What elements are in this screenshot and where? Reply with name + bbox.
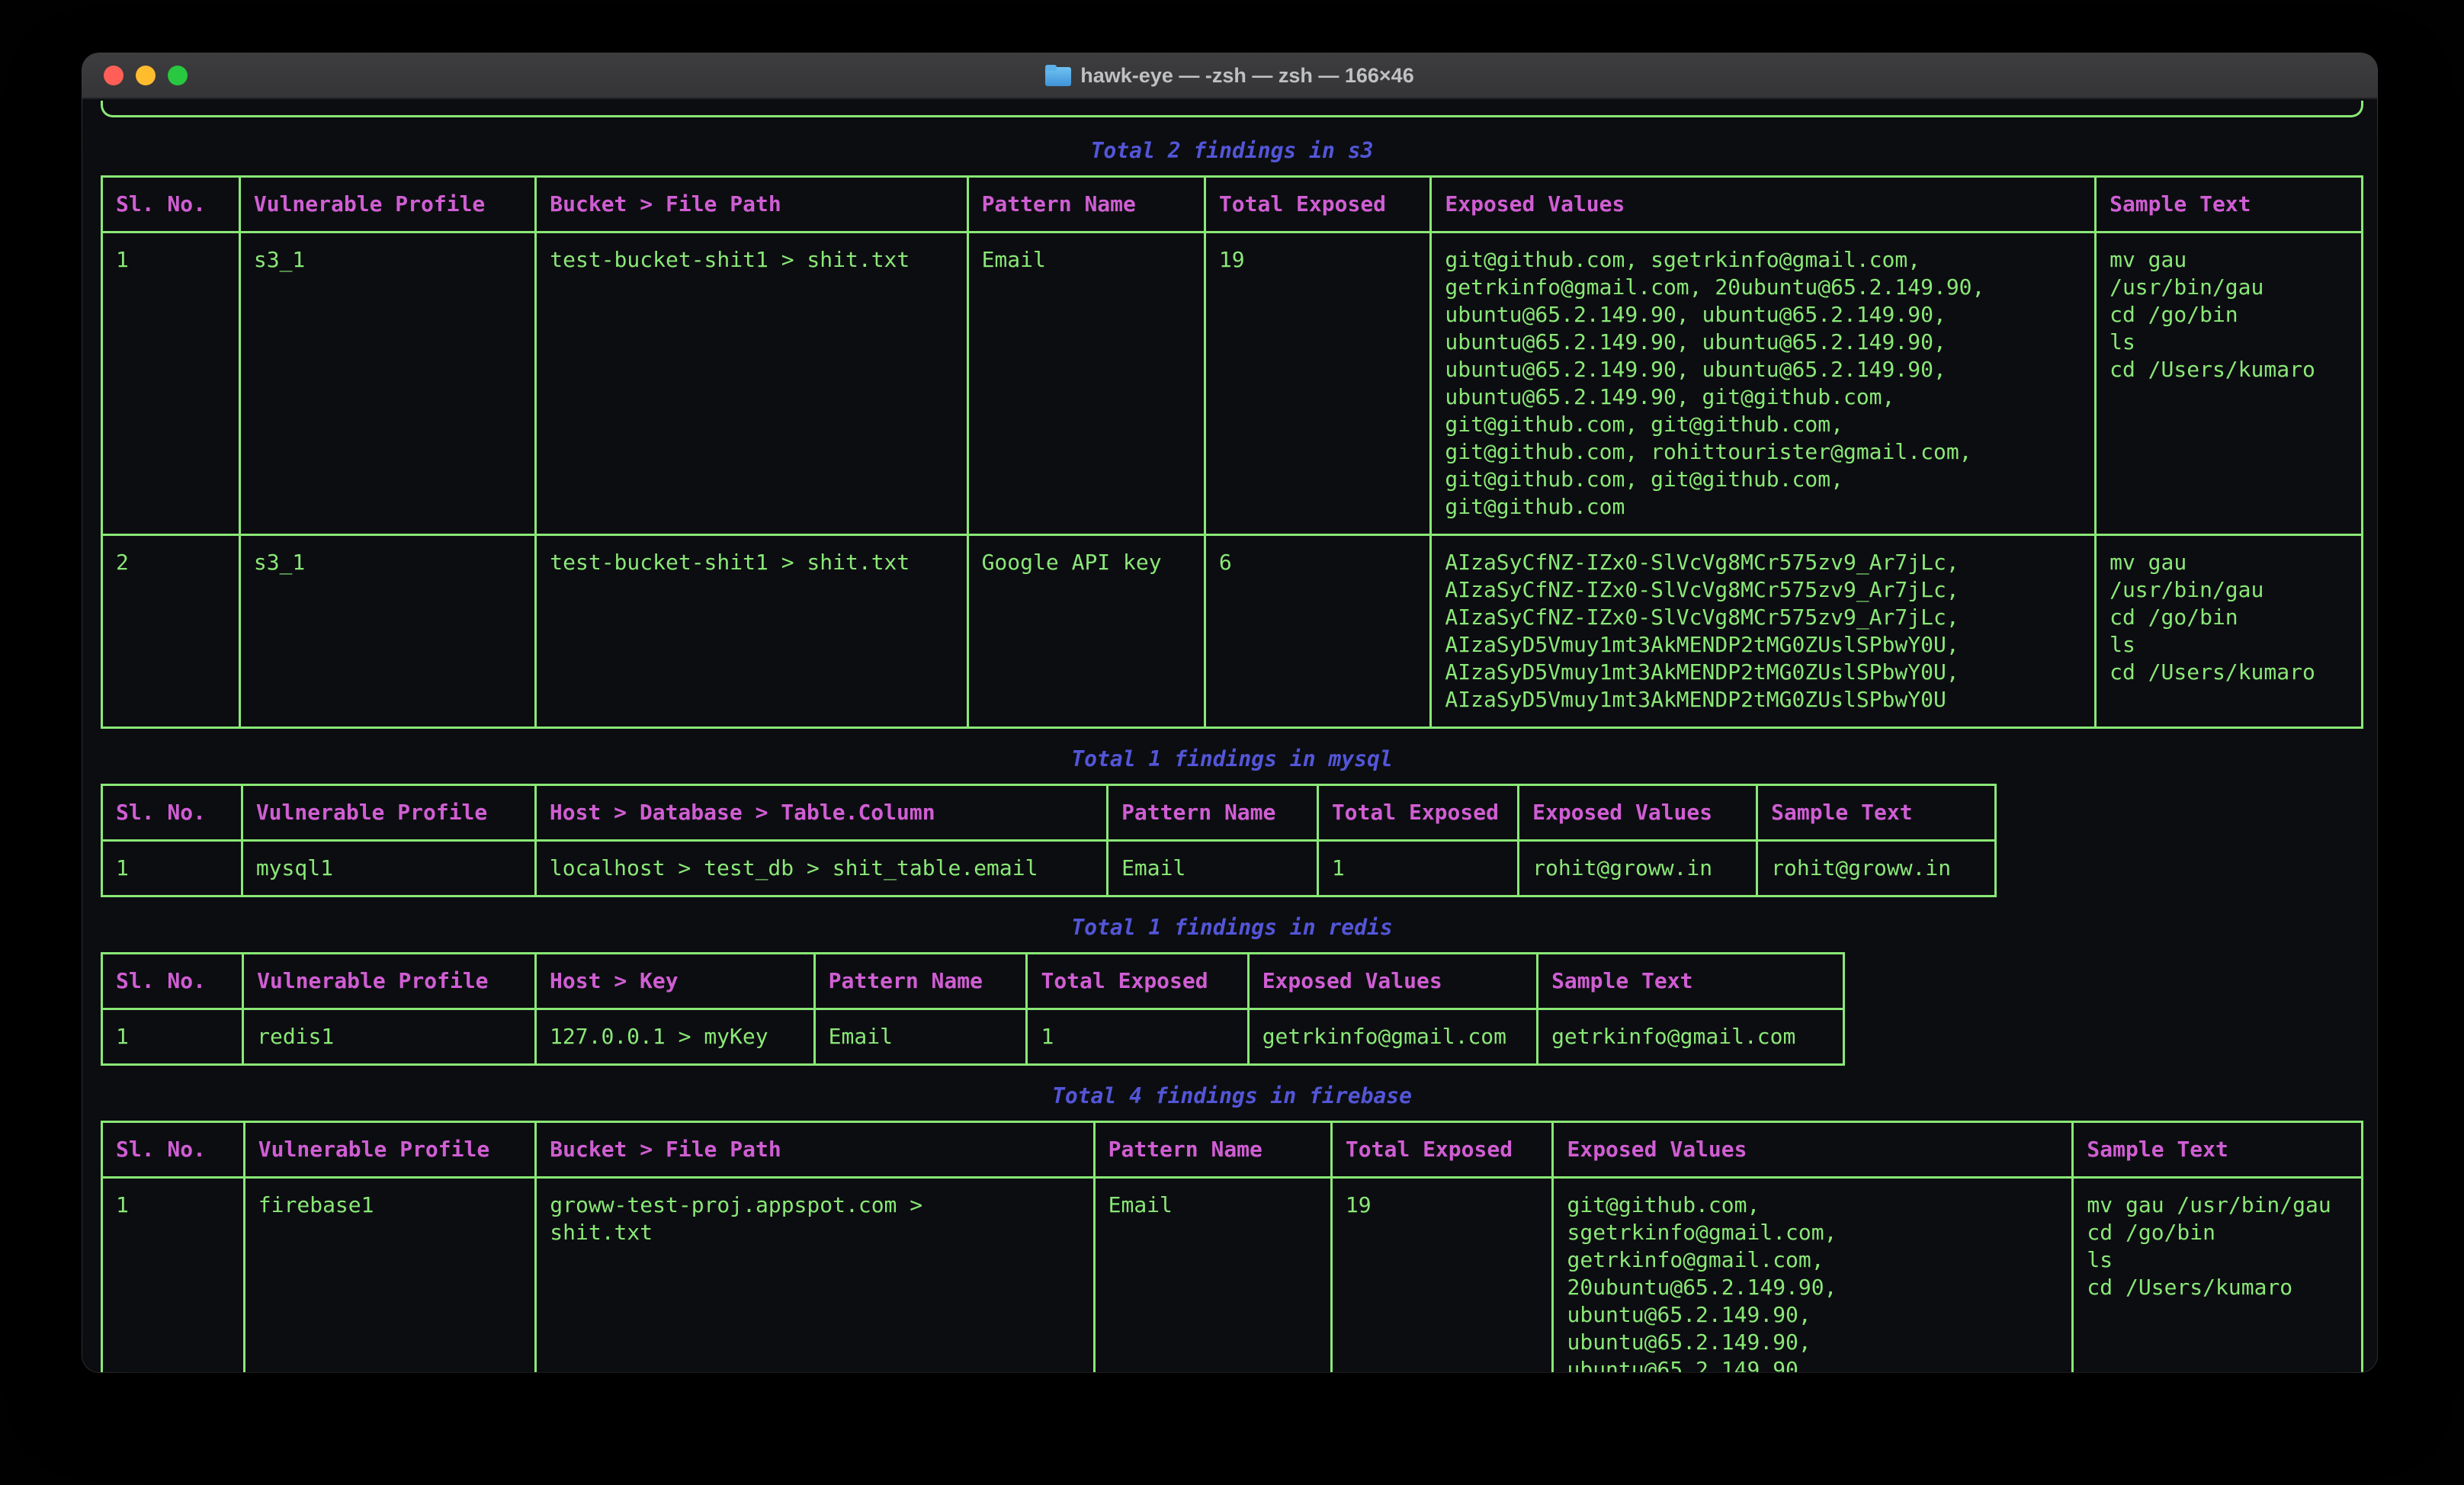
table-cell: 1 [102, 1178, 245, 1373]
column-header: Vulnerable Profile [243, 954, 536, 1009]
table-cell: git@github.com, sgetrkinfo@gmail.com, ge… [1553, 1178, 2073, 1373]
column-header: Pattern Name [1108, 785, 1318, 841]
table-cell: 1 [102, 841, 242, 896]
table-header-row: Sl. No.Vulnerable ProfileBucket > File P… [102, 177, 2363, 233]
table-cell: rohit@groww.in [1519, 841, 1757, 896]
column-header: Exposed Values [1431, 177, 2096, 233]
column-header: Pattern Name [814, 954, 1027, 1009]
column-header: Vulnerable Profile [239, 177, 535, 233]
column-header: Sl. No. [102, 785, 242, 841]
column-header: Total Exposed [1027, 954, 1248, 1009]
table-cell: 6 [1205, 535, 1430, 728]
column-header: Total Exposed [1317, 785, 1518, 841]
table-cell: Google API key [967, 535, 1205, 728]
previous-table-bottom-border [101, 101, 2363, 117]
section-mysql: Total 1 findings in mysql Sl. No.Vulnera… [101, 746, 2363, 897]
table-cell: Email [814, 1009, 1027, 1065]
column-header: Sample Text [2073, 1122, 2363, 1178]
table-cell: mv gau /usr/bin/gau cd /go/bin ls cd /Us… [2096, 535, 2363, 728]
section-redis: Total 1 findings in redis Sl. No.Vulnera… [101, 914, 2363, 1066]
table-header-row: Sl. No.Vulnerable ProfileHost > Database… [102, 785, 1996, 841]
column-header: Exposed Values [1248, 954, 1537, 1009]
table-cell: groww-test-proj.appspot.com > shit.txt [536, 1178, 1094, 1373]
table-cell: getrkinfo@gmail.com [1538, 1009, 1844, 1065]
column-header: Vulnerable Profile [242, 785, 535, 841]
table-row: 1firebase1groww-test-proj.appspot.com > … [102, 1178, 2363, 1373]
table-cell: 19 [1331, 1178, 1553, 1373]
table-header-row: Sl. No.Vulnerable ProfileHost > KeyPatte… [102, 954, 1844, 1009]
title-bar[interactable]: hawk-eye — -zsh — zsh — 166×46 [82, 53, 2377, 99]
minimize-button[interactable] [136, 66, 156, 85]
column-header: Sl. No. [102, 177, 240, 233]
table-cell: rohit@groww.in [1757, 841, 1996, 896]
section-title-s3: Total 2 findings in s3 [101, 137, 2363, 165]
table-cell: 1 [1317, 841, 1518, 896]
table-cell: redis1 [243, 1009, 536, 1065]
section-title-mysql: Total 1 findings in mysql [101, 746, 2363, 773]
column-header: Host > Key [536, 954, 815, 1009]
terminal-window: hawk-eye — -zsh — zsh — 166×46 Total 2 f… [82, 53, 2377, 1372]
table-row: 2s3_1test-bucket-shit1 > shit.txtGoogle … [102, 535, 2363, 728]
table-cell: getrkinfo@gmail.com [1248, 1009, 1537, 1065]
column-header: Pattern Name [967, 177, 1205, 233]
table-cell: 1 [102, 233, 240, 535]
section-title-redis: Total 1 findings in redis [101, 914, 2363, 941]
column-header: Sl. No. [102, 1122, 245, 1178]
folder-icon [1045, 65, 1071, 86]
table-cell: 127.0.0.1 > myKey [536, 1009, 815, 1065]
column-header: Sample Text [1538, 954, 1844, 1009]
window-title: hawk-eye — -zsh — zsh — 166×46 [82, 64, 2377, 88]
table-cell: firebase1 [244, 1178, 535, 1373]
table-cell: mysql1 [242, 841, 535, 896]
table-header-row: Sl. No.Vulnerable ProfileBucket > File P… [102, 1122, 2363, 1178]
column-header: Total Exposed [1331, 1122, 1553, 1178]
table-cell: 1 [102, 1009, 243, 1065]
table-cell: git@github.com, sgetrkinfo@gmail.com, ge… [1431, 233, 2096, 535]
table-cell: AIzaSyCfNZ-IZx0-SlVcVg8MCr575zv9_Ar7jLc,… [1431, 535, 2096, 728]
table-cell: test-bucket-shit1 > shit.txt [536, 535, 967, 728]
terminal-content[interactable]: Total 2 findings in s3 Sl. No.Vulnerable… [82, 101, 2377, 1372]
column-header: Total Exposed [1205, 177, 1430, 233]
table-row: 1redis1127.0.0.1 > myKeyEmail1getrkinfo@… [102, 1009, 1844, 1065]
column-header: Sample Text [1757, 785, 1996, 841]
table-cell: localhost > test_db > shit_table.email [535, 841, 1107, 896]
table-cell: 2 [102, 535, 240, 728]
findings-table-s3: Sl. No.Vulnerable ProfileBucket > File P… [101, 175, 2363, 729]
column-header: Vulnerable Profile [244, 1122, 535, 1178]
column-header: Host > Database > Table.Column [535, 785, 1107, 841]
column-header: Sample Text [2096, 177, 2363, 233]
table-cell: mv gau /usr/bin/gau cd /go/bin ls cd /Us… [2073, 1178, 2363, 1373]
table-row: 1mysql1localhost > test_db > shit_table.… [102, 841, 1996, 896]
table-cell: 19 [1205, 233, 1430, 535]
table-cell: Email [1108, 841, 1318, 896]
column-header: Pattern Name [1094, 1122, 1331, 1178]
traffic-lights [104, 53, 188, 98]
findings-table-mysql: Sl. No.Vulnerable ProfileHost > Database… [101, 784, 1997, 897]
table-cell: test-bucket-shit1 > shit.txt [536, 233, 967, 535]
findings-table-firebase: Sl. No.Vulnerable ProfileBucket > File P… [101, 1121, 2363, 1372]
column-header: Exposed Values [1553, 1122, 2073, 1178]
zoom-button[interactable] [168, 66, 188, 85]
column-header: Bucket > File Path [536, 1122, 1094, 1178]
table-cell: s3_1 [239, 233, 535, 535]
table-row: 1s3_1test-bucket-shit1 > shit.txtEmail19… [102, 233, 2363, 535]
findings-table-redis: Sl. No.Vulnerable ProfileHost > KeyPatte… [101, 952, 1845, 1066]
table-cell: mv gau /usr/bin/gau cd /go/bin ls cd /Us… [2096, 233, 2363, 535]
table-cell: s3_1 [239, 535, 535, 728]
table-cell: Email [1094, 1178, 1331, 1373]
table-cell: 1 [1027, 1009, 1248, 1065]
close-button[interactable] [104, 66, 124, 85]
section-s3: Total 2 findings in s3 Sl. No.Vulnerable… [101, 137, 2363, 729]
section-title-firebase: Total 4 findings in firebase [101, 1082, 2363, 1110]
column-header: Bucket > File Path [536, 177, 967, 233]
column-header: Sl. No. [102, 954, 243, 1009]
column-header: Exposed Values [1519, 785, 1757, 841]
window-title-text: hawk-eye — -zsh — zsh — 166×46 [1080, 64, 1413, 88]
table-cell: Email [967, 233, 1205, 535]
section-firebase: Total 4 findings in firebase Sl. No.Vuln… [101, 1082, 2363, 1372]
